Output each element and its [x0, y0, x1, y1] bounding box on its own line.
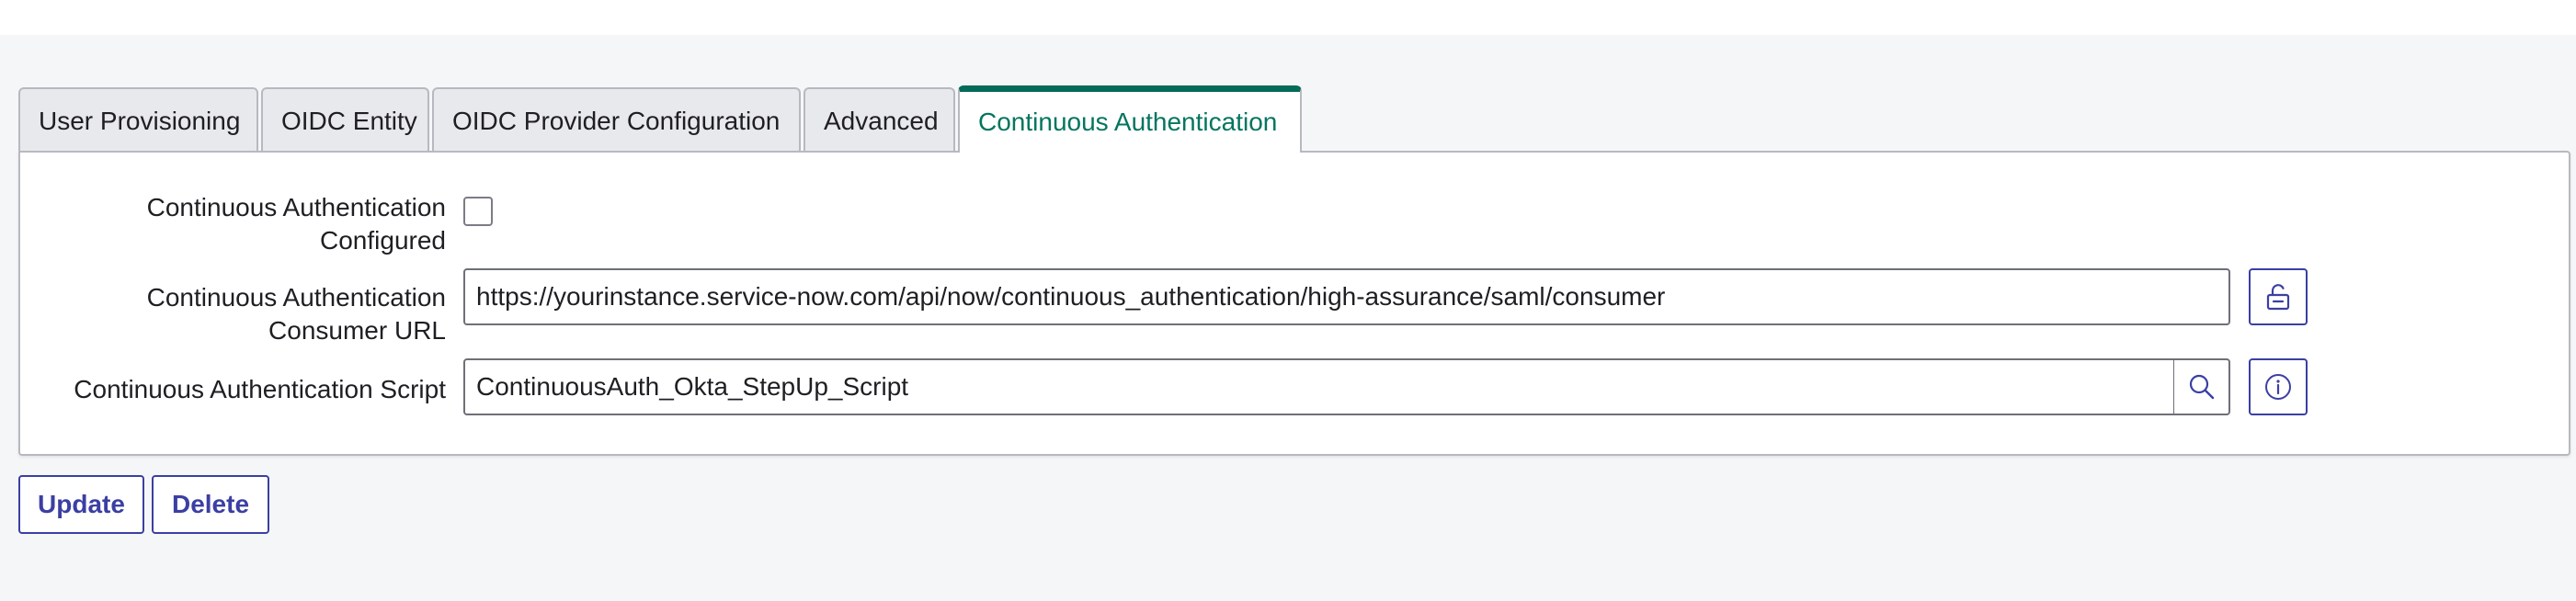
configured-label-line2: Configured [320, 226, 446, 255]
script-label-text: Continuous Authentication Script [74, 375, 446, 403]
tab-oidc-provider-configuration[interactable]: OIDC Provider Configuration [432, 87, 801, 153]
script-field[interactable] [463, 358, 2175, 415]
script-search-button[interactable] [2173, 358, 2230, 415]
unlock-button[interactable] [2249, 268, 2308, 325]
configured-label-line1: Continuous Authentication [146, 193, 446, 221]
tab-oidc-entity[interactable]: OIDC Entity [261, 87, 429, 153]
script-label: Continuous Authentication Script [74, 373, 446, 406]
consumer-url-label-line1: Continuous Authentication [146, 283, 446, 312]
script-input[interactable] [476, 360, 2173, 414]
configured-label: Continuous Authentication Configured [147, 191, 446, 257]
top-bar [0, 0, 2576, 35]
tab-bar: User Provisioning OIDC Entity OIDC Provi… [18, 85, 1305, 153]
consumer-url-field[interactable] [463, 268, 2230, 325]
delete-button[interactable]: Delete [152, 475, 269, 534]
configured-checkbox[interactable] [463, 197, 493, 226]
tab-user-provisioning[interactable]: User Provisioning [18, 87, 258, 153]
consumer-url-input[interactable] [476, 270, 2228, 323]
tab-advanced[interactable]: Advanced [804, 87, 955, 153]
unlock-icon [2266, 284, 2290, 311]
update-button[interactable]: Update [18, 475, 144, 534]
consumer-url-label: Continuous Authentication Consumer URL [147, 281, 446, 347]
search-icon [2189, 374, 2214, 400]
info-icon [2265, 374, 2291, 400]
consumer-url-label-line2: Consumer URL [268, 316, 446, 345]
tab-continuous-authentication[interactable]: Continuous Authentication [958, 85, 1302, 153]
script-info-button[interactable] [2249, 358, 2308, 415]
